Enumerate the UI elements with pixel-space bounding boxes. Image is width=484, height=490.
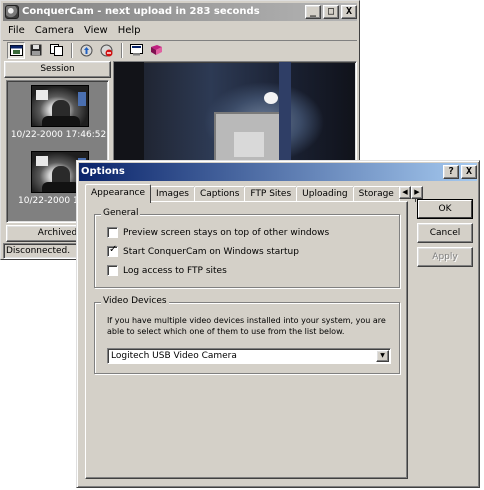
- tab-captions[interactable]: Captions: [193, 186, 246, 202]
- copy-icon[interactable]: [47, 42, 65, 59]
- help-book-icon[interactable]: [147, 42, 165, 59]
- ok-label: OK: [418, 200, 472, 218]
- thumbnail-date: 10/22-2000 17:46:52: [10, 130, 107, 140]
- close-button[interactable]: X: [341, 5, 357, 19]
- option-preview-on-top[interactable]: Preview screen stays on top of other win…: [107, 227, 329, 238]
- maximize-button[interactable]: □: [323, 5, 339, 19]
- toolbar-separator: [71, 42, 73, 58]
- video-devices-legend: Video Devices: [101, 296, 169, 306]
- option-label: Log access to FTP sites: [123, 265, 227, 276]
- tab-ftp-sites[interactable]: FTP Sites: [244, 186, 298, 202]
- checkbox[interactable]: ✓: [107, 244, 118, 257]
- stop-upload-icon[interactable]: [97, 42, 115, 59]
- option-log-ftp[interactable]: Log access to FTP sites: [107, 265, 227, 276]
- options-icon[interactable]: [127, 42, 145, 59]
- appearance-page: General Preview screen stays on top of o…: [85, 201, 408, 479]
- video-device-select[interactable]: Logitech USB Video Camera ▼: [107, 348, 391, 364]
- menu-camera[interactable]: Camera: [30, 22, 79, 39]
- checkbox[interactable]: [107, 227, 118, 238]
- main-title-bar[interactable]: ConquerCam - next upload in 283 seconds …: [3, 3, 357, 21]
- general-group: General Preview screen stays on top of o…: [94, 208, 400, 288]
- tab-scroll-left-icon[interactable]: ◀: [399, 186, 411, 199]
- option-label: Start ConquerCam on Windows startup: [123, 246, 299, 257]
- options-title: Options: [81, 166, 125, 177]
- video-devices-group: Video Devices If you have multiple video…: [94, 296, 400, 374]
- help-button[interactable]: ?: [443, 165, 459, 179]
- general-legend: General: [101, 208, 141, 218]
- menu-bar: File Camera View Help: [3, 22, 357, 39]
- menu-file[interactable]: File: [3, 22, 30, 39]
- dialog-close-button[interactable]: X: [461, 165, 477, 179]
- tab-storage[interactable]: Storage: [352, 186, 400, 202]
- menu-view[interactable]: View: [79, 22, 113, 39]
- session-thumbnail[interactable]: [31, 85, 89, 127]
- options-tabs: Appearance Images Captions FTP Sites Upl…: [85, 184, 416, 203]
- save-icon[interactable]: [27, 42, 45, 59]
- tab-appearance[interactable]: Appearance: [85, 184, 152, 203]
- conquercam-app-icon: [5, 5, 19, 19]
- minimize-button[interactable]: _: [305, 5, 321, 19]
- apply-button[interactable]: Apply: [417, 247, 473, 267]
- menu-help[interactable]: Help: [113, 22, 146, 39]
- checkbox[interactable]: [107, 265, 118, 276]
- video-device-value: Logitech USB Video Camera: [111, 351, 237, 361]
- ok-button[interactable]: OK: [417, 199, 473, 219]
- option-start-on-startup[interactable]: ✓ Start ConquerCam on Windows startup: [107, 244, 299, 257]
- tab-images[interactable]: Images: [150, 186, 195, 202]
- tab-uploading[interactable]: Uploading: [296, 186, 354, 202]
- chevron-down-icon[interactable]: ▼: [376, 350, 389, 362]
- video-devices-description: If you have multiple video devices insta…: [107, 316, 386, 336]
- tab-scroll-right-icon[interactable]: ▶: [411, 186, 423, 199]
- toolbar: [3, 40, 357, 59]
- option-label: Preview screen stays on top of other win…: [123, 227, 330, 238]
- upload-icon[interactable]: [77, 42, 95, 59]
- session-header[interactable]: Session: [4, 61, 111, 78]
- options-title-bar[interactable]: Options ? X: [79, 163, 477, 181]
- options-dialog: Options ? X Appearance Images Captions F…: [76, 160, 480, 488]
- cancel-button[interactable]: Cancel: [417, 223, 473, 243]
- toolbar-separator: [121, 42, 123, 58]
- tab-scroller: ◀ ▶: [399, 186, 423, 199]
- main-window-title: ConquerCam - next upload in 283 seconds: [22, 6, 260, 17]
- camera-settings-icon[interactable]: [7, 41, 25, 59]
- checkmark-icon: ✓: [109, 244, 118, 255]
